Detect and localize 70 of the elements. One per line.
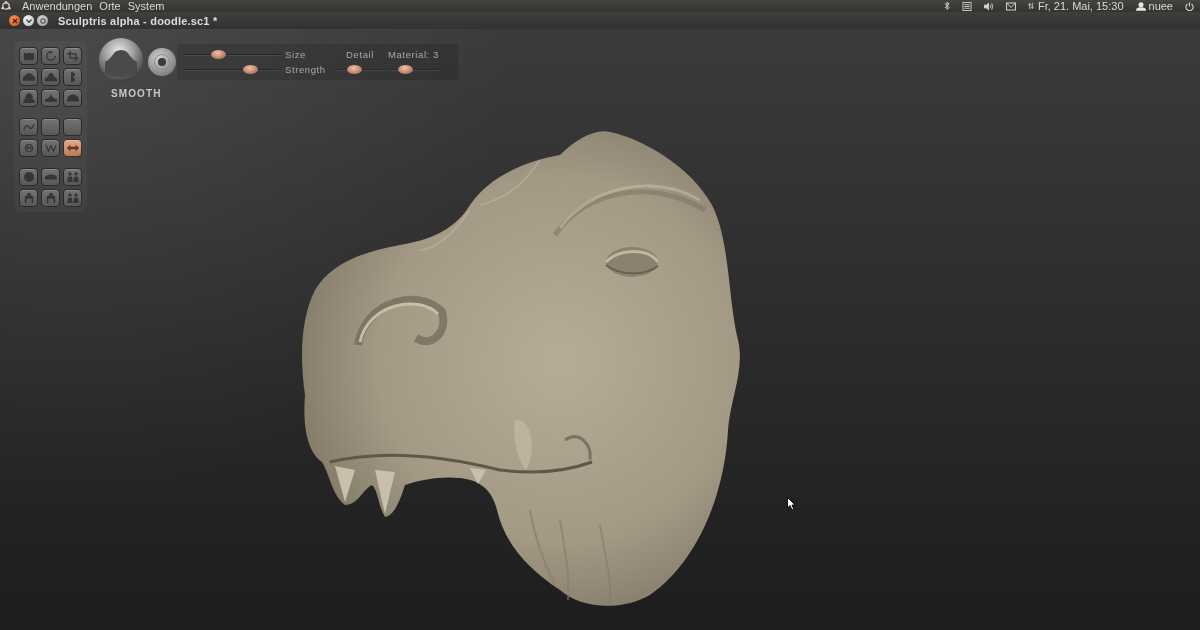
minimize-button[interactable] bbox=[23, 15, 34, 26]
speaker-icon[interactable] bbox=[983, 1, 994, 11]
panel-menu[interactable]: System bbox=[127, 0, 165, 12]
wave-icon bbox=[22, 122, 35, 132]
dome-icon bbox=[66, 93, 79, 103]
circled-zigzag-icon bbox=[22, 143, 35, 153]
slider-label: Detail bbox=[346, 48, 374, 61]
mound-icon bbox=[44, 72, 57, 82]
tool-button[interactable] bbox=[19, 118, 38, 136]
tool-button[interactable] bbox=[19, 139, 38, 157]
caret-icon bbox=[25, 18, 32, 23]
brush-name: SMOOTH bbox=[111, 88, 162, 99]
crop-icon bbox=[66, 51, 79, 61]
tool-button[interactable] bbox=[63, 47, 82, 65]
window-title: Sculptris alpha - doodle.sc1 * bbox=[58, 14, 218, 27]
tool-button[interactable] bbox=[19, 47, 38, 65]
zigzag-icon bbox=[44, 143, 57, 153]
panel-menu[interactable]: Anwendungen bbox=[22, 0, 93, 12]
close-button[interactable] bbox=[9, 15, 20, 26]
tool-button[interactable] bbox=[41, 47, 60, 65]
ring-logo-icon[interactable] bbox=[1, 1, 11, 11]
slider-label: Strength bbox=[285, 63, 327, 76]
tool-button[interactable] bbox=[41, 189, 60, 207]
panel-menu[interactable]: Orte bbox=[99, 0, 121, 12]
maximize-icon bbox=[39, 17, 46, 24]
list-icon[interactable] bbox=[961, 1, 972, 11]
mouse-pointer-icon bbox=[787, 497, 796, 511]
bluetooth-icon[interactable] bbox=[943, 1, 950, 11]
tool-button[interactable] bbox=[19, 68, 38, 86]
figures-icon bbox=[66, 172, 79, 182]
brush-sphere-icon[interactable] bbox=[99, 38, 143, 82]
tool-button[interactable] bbox=[63, 68, 82, 86]
tool-button[interactable] bbox=[19, 168, 38, 186]
slider-thumb[interactable] bbox=[210, 50, 226, 59]
slider-thumb[interactable] bbox=[398, 65, 414, 74]
maximize-button[interactable] bbox=[37, 15, 48, 26]
figures-icon bbox=[66, 193, 79, 203]
tool-button[interactable] bbox=[63, 168, 82, 186]
tool-button[interactable] bbox=[41, 139, 60, 157]
tool-button[interactable] bbox=[41, 168, 60, 186]
slider-thumb[interactable] bbox=[242, 65, 258, 74]
mound-icon bbox=[22, 72, 35, 82]
tool-button[interactable] bbox=[63, 89, 82, 107]
double-arrow-icon bbox=[66, 143, 79, 153]
tool-button[interactable] bbox=[19, 89, 38, 107]
clock-text[interactable]: Fr, 21. Mai, 15:30 bbox=[1037, 0, 1124, 12]
tool-button[interactable] bbox=[41, 89, 60, 107]
user-icon[interactable] bbox=[1135, 1, 1146, 11]
user-name[interactable]: nuee bbox=[1148, 0, 1173, 12]
power-icon[interactable] bbox=[1185, 1, 1194, 11]
blob-icon bbox=[22, 93, 35, 103]
rotate-icon bbox=[44, 51, 57, 61]
close-icon bbox=[11, 17, 18, 24]
bowl-icon bbox=[22, 51, 35, 61]
torso-icon bbox=[44, 193, 57, 203]
torso-icon bbox=[22, 193, 35, 203]
tool-button[interactable] bbox=[63, 118, 82, 136]
updown-arrows-icon[interactable] bbox=[1027, 1, 1034, 11]
tool-button[interactable] bbox=[63, 139, 82, 157]
tool-button[interactable] bbox=[19, 189, 38, 207]
slider-label: Size bbox=[285, 48, 307, 61]
slider-thumb[interactable] bbox=[346, 65, 362, 74]
peak-icon bbox=[44, 93, 57, 103]
flat-bump-icon bbox=[44, 172, 57, 182]
disc-icon[interactable] bbox=[148, 48, 176, 76]
tool-button[interactable] bbox=[41, 68, 60, 86]
envelope-icon[interactable] bbox=[1005, 1, 1016, 11]
tool-button[interactable] bbox=[63, 189, 82, 207]
tool-button[interactable] bbox=[41, 118, 60, 136]
slider-label: Material: 3 bbox=[388, 48, 440, 61]
